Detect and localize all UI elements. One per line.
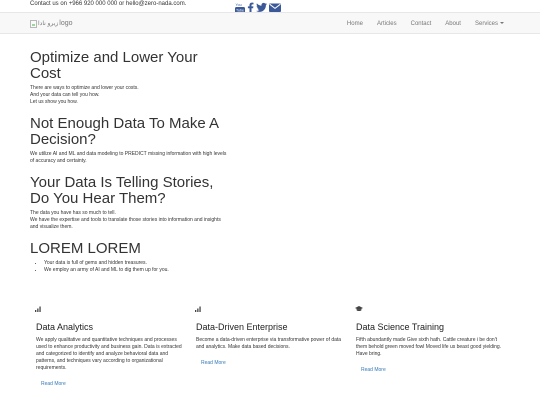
section-data-stories: Your Data Is Telling Stories, Do You Hea…: [30, 175, 230, 231]
bar-chart-icon: [30, 306, 182, 316]
nav-services-dropdown[interactable]: Services: [475, 21, 504, 27]
feature-data-driven-enterprise: Data-Driven Enterprise Become a data-dri…: [190, 306, 342, 369]
list-item: We employ an army of AI and ML to dig th…: [44, 267, 230, 274]
section-heading: Your Data Is Telling Stories, Do You Hea…: [30, 174, 214, 207]
section-line: Let us show you how.: [30, 99, 78, 105]
bar-chart-icon: [190, 306, 342, 316]
site-logo[interactable]: زيرو نادا logo: [30, 19, 73, 29]
feature-text: Become a data-driven enterprise via tran…: [196, 337, 342, 350]
feature-text: Fifth abundantly made Give sixth hath. C…: [356, 337, 502, 357]
nav-about[interactable]: About: [445, 21, 461, 27]
feature-text: We apply qualitative and quantitative te…: [36, 337, 182, 371]
nav-home[interactable]: Home: [347, 21, 363, 27]
logo-text: logo: [59, 20, 73, 27]
section-optimize: Optimize and Lower Your Cost There are w…: [30, 50, 230, 106]
section-not-enough-data: Not Enough Data To Make A Decision? We u…: [30, 116, 230, 165]
graduation-cap-icon: [350, 306, 502, 316]
top-contact-bar: Contact us on +966 920 000 000 or hello@…: [0, 0, 540, 13]
svg-text:You: You: [236, 3, 242, 7]
section-line: And your data can tell you how.: [30, 92, 100, 98]
read-more-link[interactable]: Read More: [41, 381, 66, 387]
section-lorem: LOREM LOREM Your data is full of gems an…: [30, 241, 230, 274]
section-line: We have the expertise and tools to trans…: [30, 217, 221, 230]
section-heading: Not Enough Data To Make A Decision?: [30, 115, 219, 148]
navbar: زيرو نادا logo Home Articles Contact Abo…: [0, 12, 540, 34]
section-line: The data you have has so much to tell.: [30, 210, 116, 216]
nav-services-label: Services: [474, 21, 498, 27]
feature-data-analytics: Data Analytics We apply qualitative and …: [30, 306, 182, 390]
feature-title: Data Analytics: [36, 322, 94, 332]
nav-contact[interactable]: Contact: [411, 21, 432, 27]
feature-title: Data Science Training: [356, 322, 445, 332]
section-heading: LOREM LOREM: [30, 240, 141, 257]
section-line: There are ways to optimize and lower you…: [30, 85, 139, 91]
feature-data-science-training: Data Science Training Fifth abundantly m…: [350, 306, 502, 376]
bullet-list: Your data is full of gems and hidden tre…: [44, 260, 230, 274]
chevron-down-icon: [500, 22, 504, 25]
read-more-link[interactable]: Read More: [201, 360, 226, 366]
nav-menu: Home Articles Contact About Services: [333, 13, 504, 35]
list-item: Your data is full of gems and hidden tre…: [44, 260, 230, 267]
contact-text: Contact us on +966 920 000 000 or hello@…: [30, 1, 187, 7]
main-content: Optimize and Lower Your Cost There are w…: [30, 50, 230, 284]
section-line: We utilize AI and ML and data modeling t…: [30, 151, 227, 164]
social-links: You Tube: [235, 0, 281, 13]
logo-alt-text: زيرو نادا: [38, 21, 59, 27]
broken-image-icon: [30, 20, 37, 28]
nav-articles[interactable]: Articles: [377, 21, 397, 27]
read-more-link[interactable]: Read More: [361, 367, 386, 373]
feature-title: Data-Driven Enterprise: [196, 322, 288, 332]
section-heading: Optimize and Lower Your Cost: [30, 49, 198, 82]
